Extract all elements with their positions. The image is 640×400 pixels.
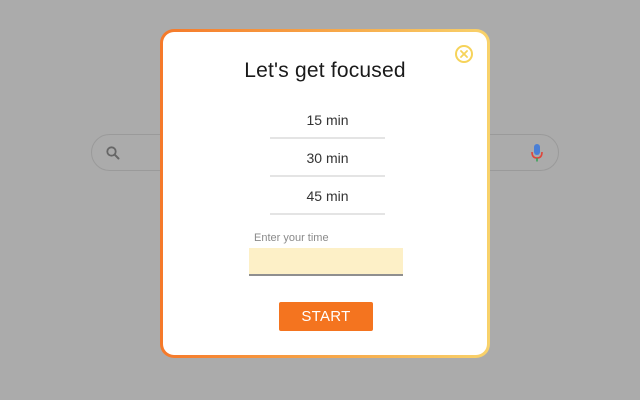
modal-title: Let's get focused (244, 59, 406, 82)
search-icon (106, 146, 120, 160)
duration-options: 15 min 30 min 45 min (270, 101, 385, 215)
page: Let's get focused 15 min 30 min 45 min E… (0, 0, 640, 400)
mic-icon[interactable] (530, 143, 544, 163)
option-45-min[interactable]: 45 min (270, 177, 385, 215)
option-30-min[interactable]: 30 min (270, 139, 385, 177)
custom-time-label: Enter your time (254, 232, 329, 244)
start-button[interactable]: START (279, 302, 373, 331)
option-15-min[interactable]: 15 min (270, 101, 385, 139)
focus-modal-body: Let's get focused 15 min 30 min 45 min E… (163, 32, 487, 355)
close-icon (460, 50, 468, 58)
custom-time-input[interactable] (249, 248, 403, 276)
focus-modal: Let's get focused 15 min 30 min 45 min E… (160, 29, 490, 358)
